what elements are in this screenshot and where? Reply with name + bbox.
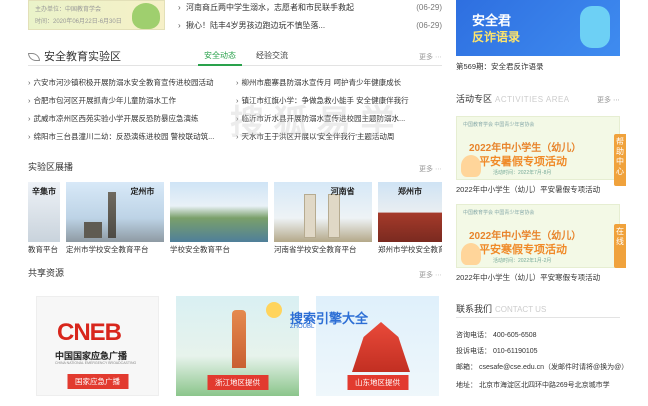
watermark-badge xyxy=(266,302,282,318)
gallery-item[interactable]: 学校安全教育平台 xyxy=(170,182,268,262)
more-link[interactable]: 更多 ⋯ xyxy=(419,270,442,280)
activity-banner-summer[interactable]: 中国教育学会 中国青少年宫协会 2022年中小学生（幼儿） 平安暑假专项活动 活… xyxy=(456,116,620,180)
top-news: 主办单位：中国教育学会 时间：2020年06月22日-6月30日 › 河南商丘两… xyxy=(28,0,442,38)
activities-header: 活动专区 ACTIVITIES AREA 更多 ⋯ xyxy=(456,94,620,105)
gallery-item[interactable]: 河南省 河南省学校安全教育平台 xyxy=(274,182,372,262)
activity-caption[interactable]: 2022年中小学生（幼儿）平安寒假专项活动 xyxy=(456,272,600,283)
more-link[interactable]: 更多 ⋯ xyxy=(597,95,620,105)
card-label: 山东地区提供 xyxy=(347,375,408,390)
contact-phone: 咨询电话： 400-605-6508 xyxy=(456,332,537,339)
kid-illustration xyxy=(461,155,481,177)
section-title: 安全教育实验区 xyxy=(28,48,121,64)
tab-experience[interactable]: 经验交流 xyxy=(250,48,294,66)
gallery-image: 河南省 xyxy=(274,182,372,242)
news-item[interactable]: › 揪心！陆丰4岁男孩边跑边玩不慎坠落... (06-29) xyxy=(178,18,442,32)
activity-caption[interactable]: 2022年中小学生（幼儿）平安暑假专项活动 xyxy=(456,184,600,195)
gallery: 辛集市 教育平台 定州市 定州市学校安全教育平台 学校安全教育平台 河南省 河南… xyxy=(28,182,442,262)
activity-banner-winter[interactable]: 中国教育学会 中国青少年宫协会 2022年中小学生（幼儿） 平安寒假专项活动 活… xyxy=(456,204,620,268)
shared-resources: CNEB 中国国家应急广播 CHINA NATIONAL EMERGENCY B… xyxy=(28,296,442,396)
kid-illustration xyxy=(461,243,481,265)
contact-complaint: 投诉电话： 010-61190105 xyxy=(456,348,538,355)
help-center-tab[interactable]: 帮助中心 xyxy=(614,134,626,186)
cneb-logo: CNEB xyxy=(57,319,122,346)
robot-illustration xyxy=(580,6,610,48)
contact-email[interactable]: 邮箱： csesafe@cse.edu.cn（发邮件时请将@换为@） xyxy=(456,362,626,372)
contact-header: 联系我们 CONTACT US xyxy=(456,302,620,318)
gallery-item[interactable]: 定州市 定州市学校安全教育平台 xyxy=(66,182,164,262)
list-item[interactable]: › 六安市河沙镇积极开展防溺水安全教育宣传进校园活动 xyxy=(28,76,228,89)
thumb-line-2: 时间：2020年06月22日-6月30日 xyxy=(35,19,122,25)
anti-fraud-banner[interactable]: 安全君 反诈语录 xyxy=(456,0,620,56)
gallery-section-header: 实验区展播 更多 ⋯ xyxy=(28,160,442,178)
list-item[interactable]: › 柳州市鹿寨县防溺水宣传月 呵护青少年健康成长 xyxy=(236,76,442,89)
news-item[interactable]: › 河南商丘两中学生溺水，志愿者和市民联手救起 (06-29) xyxy=(178,0,442,14)
monument-illustration xyxy=(352,322,410,372)
list-item[interactable]: › 武威市凉州区西苑实验小学开展反恐防暴应急演练 xyxy=(28,112,228,125)
pagoda-illustration xyxy=(232,310,246,368)
list-item[interactable]: › 合肥市包河区开展抓青少年儿童防溺水工作 xyxy=(28,94,228,107)
gallery-item[interactable]: 辛集市 教育平台 xyxy=(28,182,60,262)
issue-link[interactable]: 第569期：安全君反诈语录 xyxy=(456,61,544,72)
bullet-icon: › xyxy=(178,2,181,12)
list-item[interactable]: › 临沂市沂水县开展防溺水宣传进校园主题防溺水... xyxy=(236,112,442,125)
shared-section-header: 共享资源 更多 ⋯ xyxy=(28,266,442,284)
list-item[interactable]: › 镇江市红旗小学：争做急救小能手 安全健康伴我行 xyxy=(236,94,442,107)
section-title: 实验区展播 xyxy=(28,162,74,172)
site-watermark-sub: ZHOUBL xyxy=(290,324,315,330)
leaf-icon xyxy=(28,53,40,62)
experiment-tabs: 安全动态 经验交流 xyxy=(198,48,302,66)
bullet-icon: › xyxy=(178,20,181,30)
shared-card-cneb[interactable]: CNEB 中国国家应急广播 CHINA NATIONAL EMERGENCY B… xyxy=(36,296,159,396)
experiment-section-header: 安全教育实验区 安全动态 经验交流 更多 ⋯ xyxy=(28,48,442,66)
gallery-image: 郑州市 xyxy=(378,182,442,242)
card-label: 浙江地区提供 xyxy=(207,375,268,390)
top-news-thumbnail[interactable]: 主办单位：中国教育学会 时间：2020年06月22日-6月30日 xyxy=(28,0,165,30)
list-item[interactable]: › 绵阳市三台县潼川二幼：反恐演练进校园 警校联动筑... xyxy=(28,130,228,143)
tab-safety-news[interactable]: 安全动态 xyxy=(198,48,242,66)
online-tab[interactable]: 在线 xyxy=(614,224,626,268)
gallery-image: 定州市 xyxy=(66,182,164,242)
contact-address: 地址： 北京市海淀区北四环中路269号北京城市学 xyxy=(456,382,610,389)
section-title: 共享资源 xyxy=(28,268,65,278)
list-item[interactable]: › 天水市王于洪区开展以'安全伴我行'主题活动周 xyxy=(236,130,442,143)
shared-card-zhejiang[interactable]: 浙江地区提供 xyxy=(176,296,299,396)
more-link[interactable]: 更多 ⋯ xyxy=(419,52,442,62)
card-label: 国家应急广播 xyxy=(67,374,128,389)
right-column: 安全君 反诈语录 第569期：安全君反诈语录 活动专区 ACTIVITIES AR… xyxy=(456,0,626,406)
more-link[interactable]: 更多 ⋯ xyxy=(419,164,442,174)
thumb-illustration xyxy=(132,3,160,29)
gallery-image xyxy=(170,182,268,242)
thumb-line-1: 主办单位：中国教育学会 xyxy=(35,7,102,13)
gallery-image: 辛集市 xyxy=(28,182,60,242)
gallery-item[interactable]: 郑州市 郑州市学校安全教育平台 xyxy=(378,182,442,262)
